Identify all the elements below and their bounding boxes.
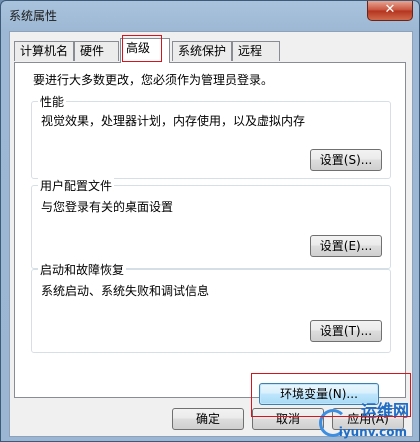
startup-recovery-description: 系统启动、系统失败和调试信息 bbox=[41, 284, 210, 298]
performance-group: 性能 视觉效果，处理器计划，内存使用，以及虚拟内存 设置(S)... bbox=[31, 93, 391, 179]
user-profiles-group-title: 用户配置文件 bbox=[38, 177, 115, 194]
performance-settings-button[interactable]: 设置(S)... bbox=[310, 149, 382, 171]
close-button[interactable]: ✕ bbox=[367, 1, 413, 21]
close-icon: ✕ bbox=[384, 2, 396, 17]
startup-recovery-settings-button[interactable]: 设置(T)... bbox=[310, 320, 382, 342]
system-properties-window: 系统属性 ✕ 计算机名 硬件 高级 系统保护 远程 要进行大多数更改，您必须作为… bbox=[0, 0, 420, 442]
user-profiles-description: 与您登录有关的桌面设置 bbox=[41, 200, 174, 214]
watermark-top-text: 运维网 bbox=[360, 401, 409, 420]
watermark-bottom-text: iyunv.com bbox=[338, 425, 407, 439]
performance-description: 视觉效果，处理器计划，内存使用，以及虚拟内存 bbox=[41, 114, 306, 128]
admin-note: 要进行大多数更改，您必须作为管理员登录。 bbox=[33, 73, 274, 87]
tab-hardware[interactable]: 硬件 bbox=[74, 41, 119, 61]
tab-system-protection[interactable]: 系统保护 bbox=[172, 41, 232, 61]
advanced-tab-panel: 要进行大多数更改，您必须作为管理员登录。 性能 视觉效果，处理器计划，内存使用，… bbox=[14, 62, 406, 405]
startup-recovery-group-title: 启动和故障恢复 bbox=[38, 261, 127, 278]
title-bar[interactable]: 系统属性 ✕ bbox=[1, 1, 419, 31]
ok-button[interactable]: 确定 bbox=[172, 408, 244, 430]
performance-group-title: 性能 bbox=[38, 93, 67, 110]
tab-advanced[interactable]: 高级 bbox=[120, 38, 170, 63]
site-watermark: 运维网 iyunv.com bbox=[305, 393, 413, 441]
startup-recovery-group: 启动和故障恢复 系统启动、系统失败和调试信息 设置(T)... bbox=[31, 261, 391, 353]
user-profiles-settings-button[interactable]: 设置(E)... bbox=[310, 235, 382, 257]
user-profiles-group: 用户配置文件 与您登录有关的桌面设置 设置(E)... bbox=[31, 177, 391, 269]
tab-computer-name[interactable]: 计算机名 bbox=[14, 41, 74, 61]
window-title: 系统属性 bbox=[9, 9, 58, 23]
tab-remote[interactable]: 远程 bbox=[232, 41, 280, 61]
dialog-client-area: 计算机名 硬件 高级 系统保护 远程 要进行大多数更改，您必须作为管理员登录。 … bbox=[9, 31, 413, 437]
